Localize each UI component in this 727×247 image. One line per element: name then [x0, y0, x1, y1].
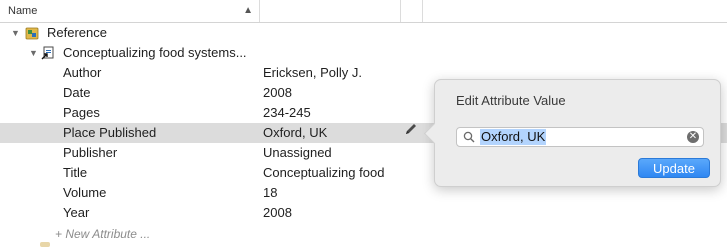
attribute-key: Pages	[63, 105, 100, 120]
tree-row-item[interactable]: ▼ Conceptualizing food systems...	[0, 43, 727, 63]
pencil-edit-icon[interactable]	[403, 121, 419, 137]
attribute-value[interactable]: Oxford, UK	[263, 123, 327, 143]
attribute-key: Place Published	[63, 125, 157, 140]
attribute-value[interactable]: Ericksen, Polly J.	[263, 63, 362, 83]
attribute-value-text[interactable]: Oxford, UK	[480, 129, 547, 145]
attribute-key: Volume	[63, 185, 107, 200]
tree-label-reference: Reference	[47, 25, 107, 40]
attribute-key: Year	[63, 205, 90, 220]
disclosure-triangle-expanded-icon[interactable]: ▼	[11, 23, 20, 43]
edit-attribute-popover: Edit Attribute Value Oxford, UK ✕ Update	[423, 79, 721, 187]
attribute-value[interactable]: 18	[263, 183, 277, 203]
update-button[interactable]: Update	[638, 158, 710, 178]
attribute-key: Author	[63, 65, 102, 80]
next-item-icon	[40, 242, 50, 247]
attribute-key: Publisher	[63, 145, 118, 160]
document-link-icon	[41, 46, 54, 60]
attribute-row[interactable]: Year 2008	[0, 203, 727, 223]
column-header-value[interactable]	[260, 0, 401, 22]
new-attribute-row[interactable]: + New Attribute ...	[0, 224, 727, 244]
disclosure-triangle-expanded-icon[interactable]: ▼	[29, 43, 38, 63]
attribute-key: Title	[63, 165, 88, 180]
attribute-value[interactable]: 234-245	[263, 103, 311, 123]
popover-title: Edit Attribute Value	[456, 93, 566, 108]
column-header-filler	[423, 0, 727, 22]
reference-folder-icon	[25, 27, 39, 40]
attribute-value[interactable]: 2008	[263, 83, 292, 103]
attribute-value[interactable]: Unassigned	[263, 143, 332, 163]
attribute-value[interactable]: 2008	[263, 203, 292, 223]
attribute-key: Date	[63, 85, 91, 100]
column-header-name-label: Name	[8, 5, 38, 17]
column-header: Name ▲	[0, 0, 727, 23]
column-header-name[interactable]: Name ▲	[0, 0, 260, 22]
tree-label-item: Conceptualizing food systems...	[63, 45, 247, 60]
attribute-value[interactable]: Conceptualizing food	[263, 163, 384, 183]
attribute-value-input[interactable]: Oxford, UK ✕	[456, 127, 704, 147]
clear-icon[interactable]: ✕	[687, 131, 699, 143]
column-header-extra[interactable]	[401, 0, 423, 22]
search-icon	[463, 131, 475, 143]
tree-row-reference[interactable]: ▼ Reference	[0, 23, 727, 43]
new-attribute-link[interactable]: + New Attribute ...	[55, 224, 150, 244]
sort-ascending-icon[interactable]: ▲	[243, 0, 253, 22]
